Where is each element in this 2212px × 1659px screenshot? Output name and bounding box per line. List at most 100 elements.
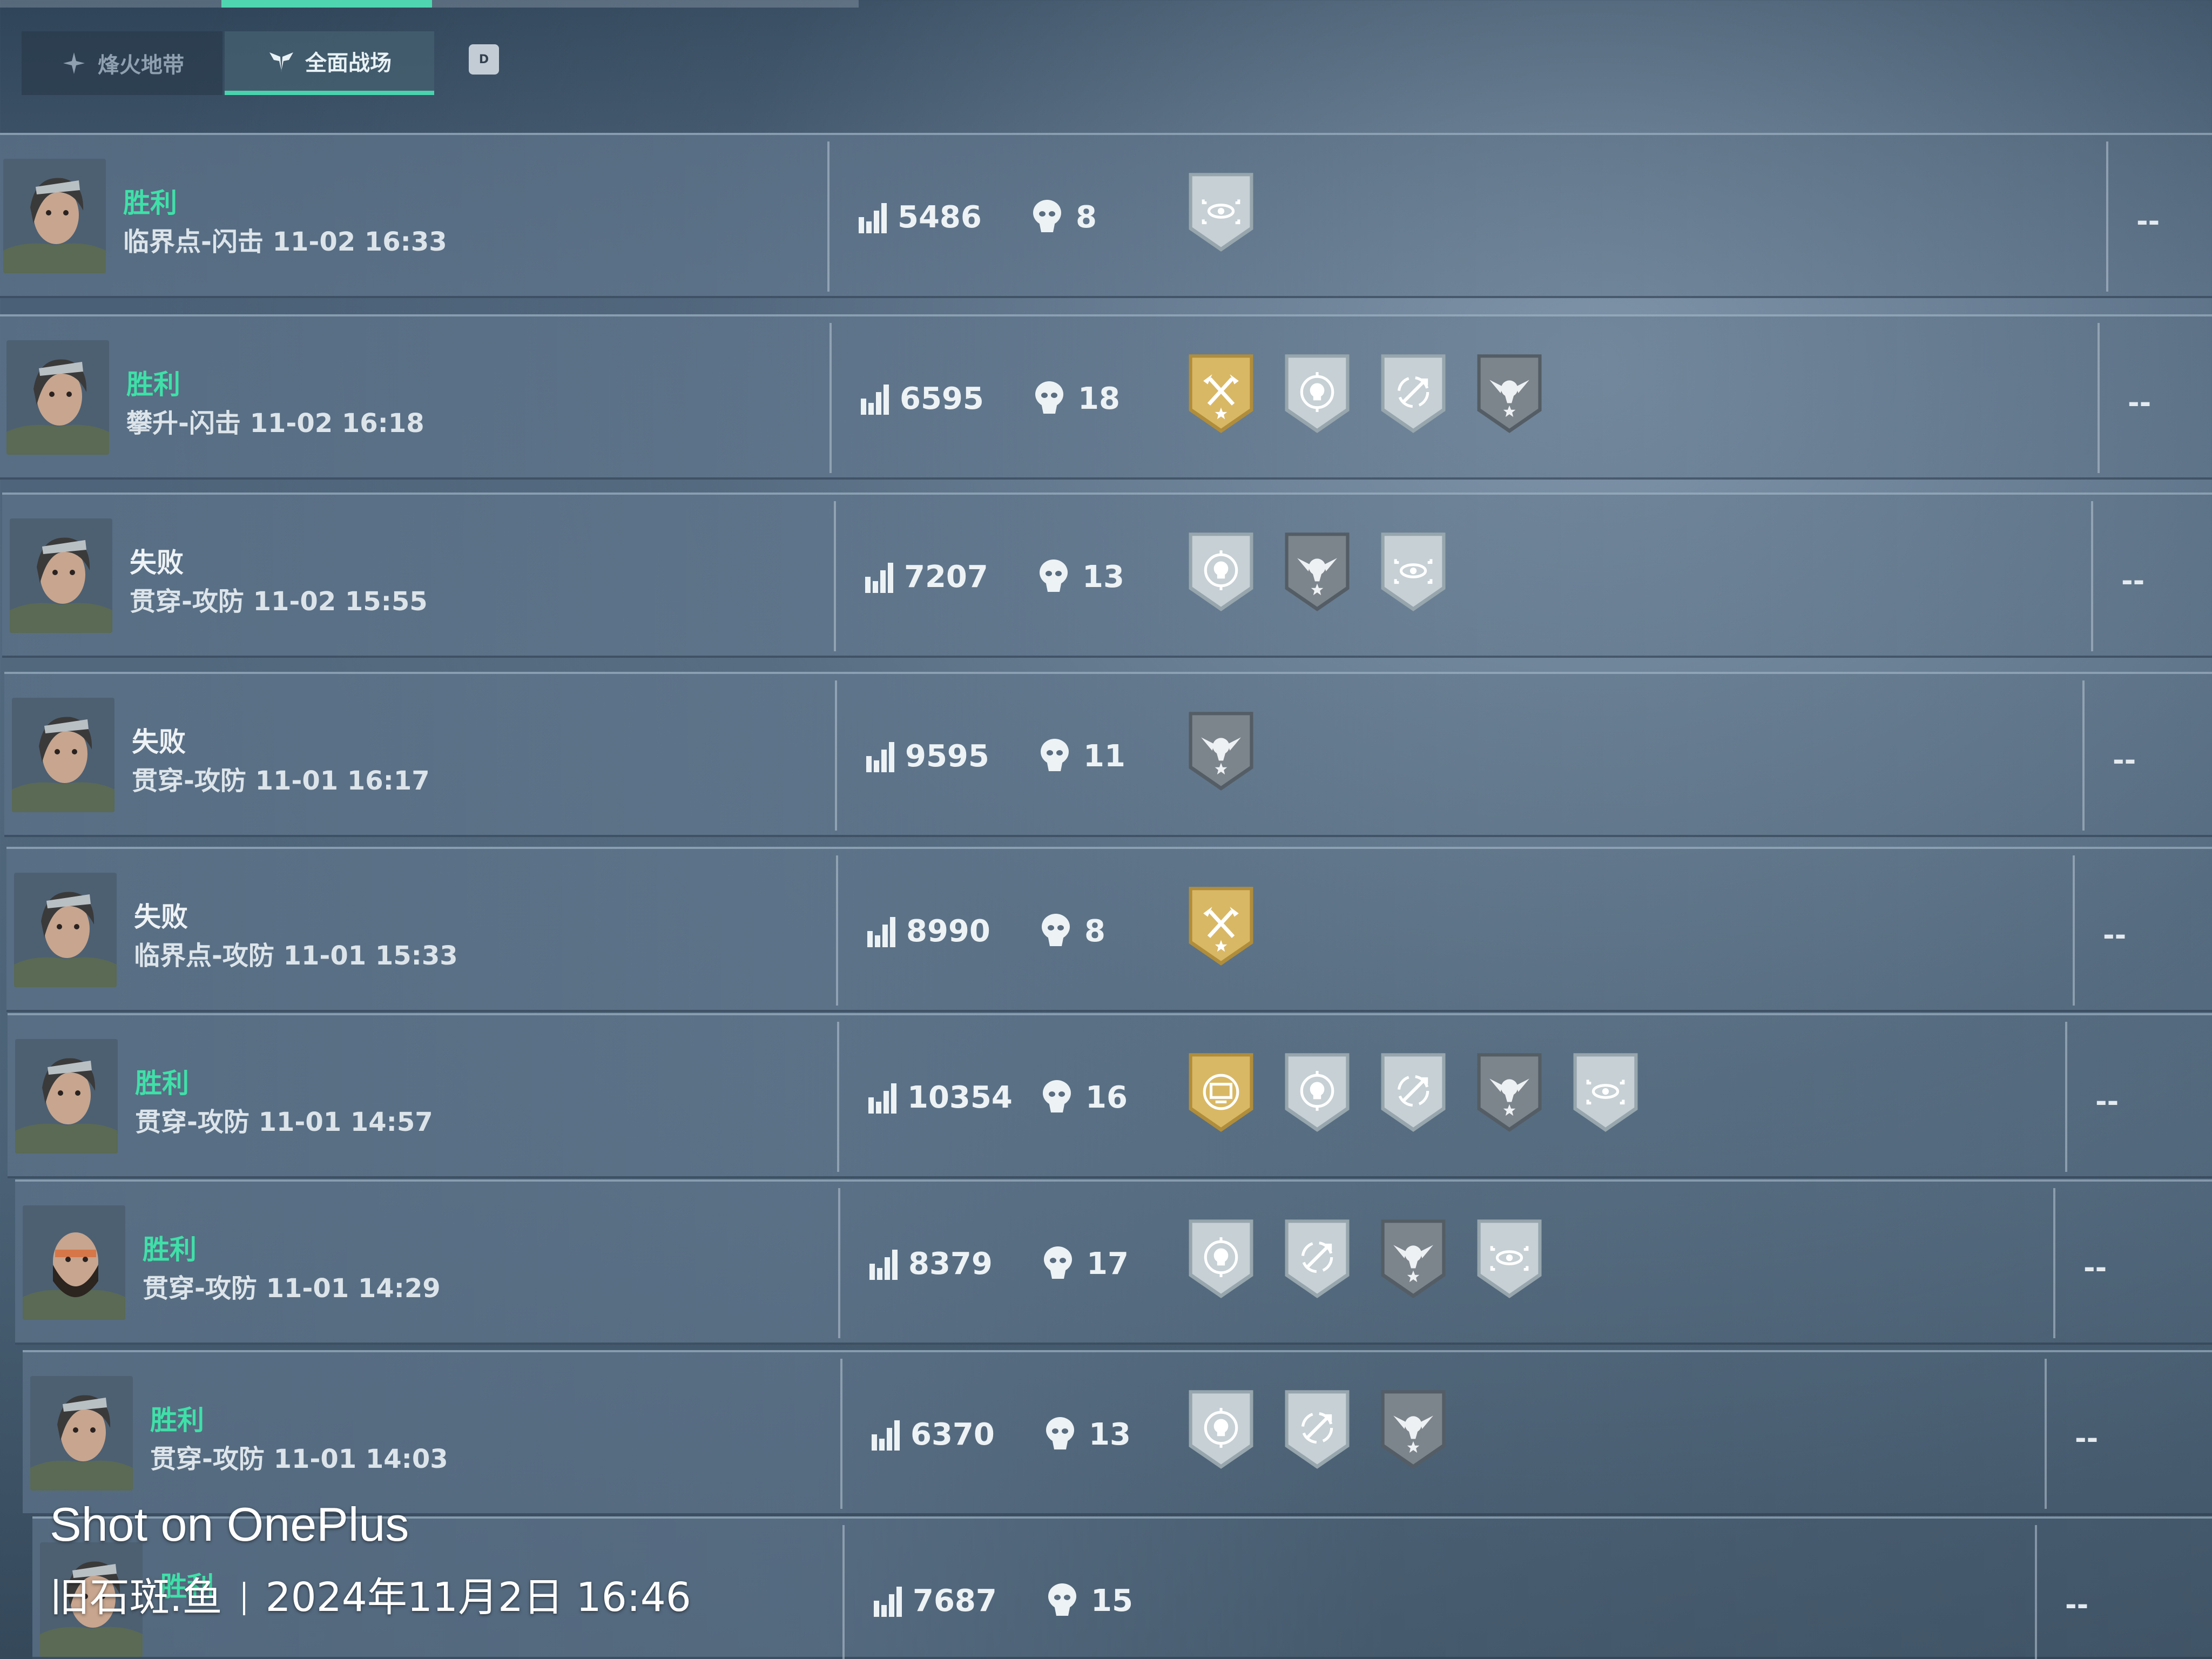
match-score: 7207 — [904, 559, 988, 595]
medal-badge[interactable] — [1184, 168, 1258, 255]
skull-kill-icon — [1043, 1080, 1071, 1112]
column-divider — [827, 141, 830, 292]
match-result: 胜利 — [143, 1234, 197, 1265]
column-divider — [838, 1188, 840, 1338]
watermark-datetime: 2024年11月2日 16:46 — [265, 1574, 691, 1621]
match-row[interactable]: 胜利 贯穿-攻防 11-01 14:57 10354 16 -- — [8, 1013, 2212, 1178]
watermark-title: Shot on OnePlus — [50, 1498, 409, 1551]
operator-portrait — [3, 159, 106, 273]
medal-badge[interactable] — [1184, 528, 1258, 615]
match-extra: -- — [2136, 205, 2160, 238]
crosshair-ring-silver-medal — [1285, 1219, 1350, 1298]
medal-badge[interactable] — [1184, 350, 1258, 436]
medal-badge[interactable] — [1280, 1215, 1354, 1301]
medal-list — [1184, 350, 1547, 436]
column-divider — [2082, 680, 2085, 831]
match-info: 贯穿-攻防 11-02 15:55 — [130, 586, 428, 617]
medal-badge[interactable] — [1184, 1049, 1258, 1135]
match-row[interactable]: 胜利 贯穿-攻防 11-01 14:29 8379 17 -- — [15, 1179, 2212, 1345]
match-row[interactable]: 失败 贯穿-攻防 11-02 15:55 7207 13 -- — [2, 493, 2212, 658]
medal-badge[interactable] — [1472, 1215, 1547, 1301]
medal-badge[interactable] — [1376, 1215, 1451, 1301]
tab-full-battlefield[interactable]: 全面战场 — [225, 31, 434, 95]
watermark-separator — [242, 1582, 245, 1615]
score-bars-icon — [859, 203, 887, 233]
match-row[interactable]: 胜利 攀升-闪击 11-02 16:18 6595 18 -- — [0, 314, 2212, 480]
match-row[interactable]: 胜利 临界点-闪击 11-02 16:33 5486 8 -- — [0, 133, 2212, 298]
medal-badge[interactable] — [1280, 1386, 1354, 1472]
medal-badge[interactable] — [1184, 1386, 1258, 1472]
operator-avatar — [12, 698, 114, 812]
match-result: 胜利 — [135, 1068, 189, 1099]
match-history-screen: 烽火地带 全面战场 D 胜利 临界点-闪击 11-02 16:33 5486 8 -- 胜… — [0, 0, 2212, 1659]
skull-kill-icon — [1033, 200, 1061, 232]
medal-badge[interactable] — [1376, 1049, 1451, 1135]
match-result: 胜利 — [123, 187, 177, 219]
medal-list — [1184, 882, 1258, 969]
medal-badge[interactable] — [1472, 1049, 1547, 1135]
medal-badge[interactable] — [1280, 528, 1354, 615]
tab-warzone[interactable]: 烽火地带 — [22, 31, 222, 95]
medal-badge[interactable] — [1184, 707, 1258, 794]
skull-kill-icon — [1046, 1417, 1074, 1449]
match-row[interactable]: 胜利 贯穿-攻防 11-01 14:03 6370 13 -- — [23, 1350, 2212, 1515]
skull-kill-icon — [1040, 559, 1068, 592]
skull-kill-icon — [1035, 381, 1063, 414]
match-row[interactable]: 失败 临界点-攻防 11-01 15:33 8990 8 -- — [6, 847, 2212, 1012]
match-info: 贯穿-攻防 11-01 16:17 — [132, 766, 430, 796]
skull-target-silver-medal — [1189, 1219, 1253, 1298]
winged-skull-dark-medal — [1381, 1390, 1446, 1469]
match-result: 胜利 — [150, 1405, 204, 1436]
match-kills: 18 — [1078, 381, 1120, 416]
match-info: 贯穿-攻防 11-01 14:29 — [143, 1273, 441, 1304]
tab-label: 全面战场 — [305, 51, 392, 76]
skull-target-silver-medal — [1285, 1053, 1350, 1132]
medal-list — [1184, 168, 1258, 255]
medal-list — [1184, 1049, 1643, 1135]
column-divider — [842, 1525, 845, 1659]
medal-list — [1184, 1215, 1547, 1301]
crosshair-ring-silver-medal — [1285, 1390, 1350, 1469]
operator-avatar — [6, 340, 109, 455]
column-divider — [2065, 1022, 2067, 1172]
medal-badge[interactable] — [1184, 1215, 1258, 1301]
medal-badge[interactable] — [1280, 1049, 1354, 1135]
match-extra: -- — [2075, 1422, 2099, 1455]
score-bars-icon — [874, 1587, 902, 1617]
column-divider — [840, 1359, 842, 1509]
medal-badge[interactable] — [1376, 1386, 1451, 1472]
skull-target-silver-medal — [1285, 354, 1350, 433]
match-extra: -- — [2128, 387, 2152, 419]
operator-bearded-portrait — [23, 1205, 125, 1320]
match-score: 10354 — [907, 1080, 1013, 1115]
eye-target-silver-medal — [1573, 1053, 1638, 1132]
score-bars-icon — [865, 563, 893, 593]
medal-badge[interactable] — [1184, 882, 1258, 969]
eye-target-silver-medal — [1477, 1219, 1542, 1298]
score-bars-icon — [861, 385, 889, 415]
skull-target-silver-medal — [1189, 1390, 1253, 1469]
medal-badge[interactable] — [1568, 1049, 1643, 1135]
medal-badge[interactable] — [1280, 350, 1354, 436]
crosshair-ring-silver-medal — [1381, 1053, 1446, 1132]
skull-kill-icon — [1048, 1583, 1076, 1616]
match-extra: -- — [2121, 565, 2145, 597]
skull-kill-icon — [1042, 914, 1070, 946]
medal-badge[interactable] — [1376, 528, 1451, 615]
crossed-axes-gold-medal — [1189, 887, 1253, 966]
match-extra: -- — [2095, 1085, 2119, 1118]
skull-kill-icon — [1041, 739, 1069, 771]
column-divider — [2045, 1359, 2047, 1509]
watermark-meta: 旧石斑.鱼 2024年11月2日 16:46 — [50, 1565, 691, 1623]
column-divider — [830, 323, 832, 473]
match-extra: -- — [2113, 744, 2136, 777]
score-bars-icon — [867, 917, 895, 947]
match-result: 胜利 — [126, 369, 180, 400]
winged-emblem-icon — [269, 52, 293, 72]
operator-portrait — [6, 340, 109, 455]
medal-list — [1184, 1386, 1451, 1472]
column-divider — [836, 855, 838, 1006]
match-row[interactable]: 失败 贯穿-攻防 11-01 16:17 9595 11 -- — [4, 672, 2212, 837]
medal-badge[interactable] — [1472, 350, 1547, 436]
medal-badge[interactable] — [1376, 350, 1451, 436]
